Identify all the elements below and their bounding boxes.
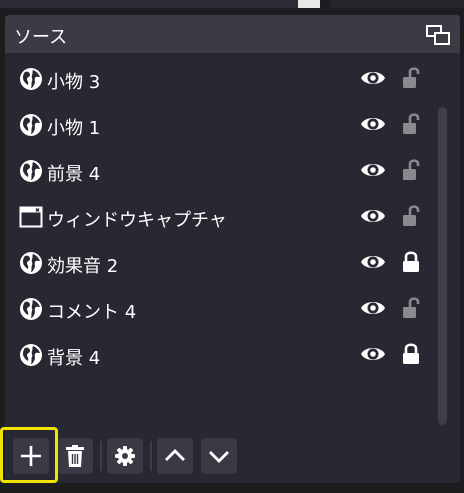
list-item[interactable]: 小物 1: [5, 101, 435, 147]
unlocked-icon[interactable]: [402, 111, 420, 135]
list-item[interactable]: 効果音 2: [5, 239, 435, 285]
source-name: 小物 1: [47, 118, 101, 139]
locked-icon[interactable]: [402, 249, 420, 273]
source-name: 小物 3: [47, 72, 101, 93]
undock-icon[interactable]: [426, 25, 450, 45]
list-item[interactable]: ウィンドウキャプチャ: [5, 193, 435, 239]
source-name: 効果音 2: [47, 256, 119, 277]
globe-icon: [20, 114, 42, 136]
toolbar-separator: [100, 441, 102, 471]
sources-toolbar: [5, 433, 460, 483]
toolbar-separator: [150, 441, 152, 471]
sources-dock: ソース 小物 3 小物 1 前景 4 ウィンドウキャプチャ 効果音 2 コメント…: [5, 15, 460, 483]
list-item[interactable]: 小物 3: [5, 55, 435, 101]
chevron-down-icon: [209, 451, 229, 463]
eye-icon[interactable]: [360, 161, 386, 179]
globe-icon: [20, 344, 42, 366]
top-panel-right: [330, 0, 464, 8]
globe-icon: [20, 298, 42, 320]
unlocked-icon[interactable]: [402, 203, 420, 227]
unlocked-icon[interactable]: [402, 295, 420, 319]
source-name: 前景 4: [47, 164, 101, 185]
dock-title-bar[interactable]: ソース: [5, 15, 460, 53]
top-panel-left: [0, 0, 298, 8]
globe-icon: [20, 68, 42, 90]
eye-icon[interactable]: [360, 345, 386, 363]
locked-icon[interactable]: [402, 341, 420, 365]
source-name: 背景 4: [47, 348, 101, 369]
eye-icon[interactable]: [360, 253, 386, 271]
trash-icon: [66, 445, 84, 467]
source-name: ウィンドウキャプチャ: [47, 210, 227, 231]
eye-icon[interactable]: [360, 69, 386, 87]
top-panel-scroll-handle[interactable]: [298, 0, 320, 8]
eye-icon[interactable]: [360, 299, 386, 317]
source-properties-button[interactable]: [107, 438, 143, 474]
window-capture-icon: [19, 206, 43, 228]
gear-icon: [115, 446, 135, 466]
list-item[interactable]: 背景 4: [5, 331, 435, 377]
globe-icon: [20, 252, 42, 274]
top-panel-strip: [0, 0, 464, 12]
unlocked-icon[interactable]: [402, 65, 420, 89]
eye-icon[interactable]: [360, 207, 386, 225]
dock-title: ソース: [14, 27, 68, 48]
remove-source-button[interactable]: [57, 438, 93, 474]
globe-icon: [20, 160, 42, 182]
eye-icon[interactable]: [360, 115, 386, 133]
source-list[interactable]: 小物 3 小物 1 前景 4 ウィンドウキャプチャ 効果音 2 コメント 4 背…: [5, 55, 435, 427]
list-item[interactable]: 前景 4: [5, 147, 435, 193]
move-down-button[interactable]: [201, 438, 237, 474]
source-name: コメント 4: [47, 302, 137, 323]
unlocked-icon[interactable]: [402, 157, 420, 181]
list-scrollbar[interactable]: [435, 107, 449, 425]
scrollbar-thumb[interactable]: [438, 107, 447, 425]
add-button-highlight: [0, 427, 58, 483]
chevron-up-icon: [165, 449, 185, 461]
move-up-button[interactable]: [157, 438, 193, 474]
list-item[interactable]: コメント 4: [5, 285, 435, 331]
